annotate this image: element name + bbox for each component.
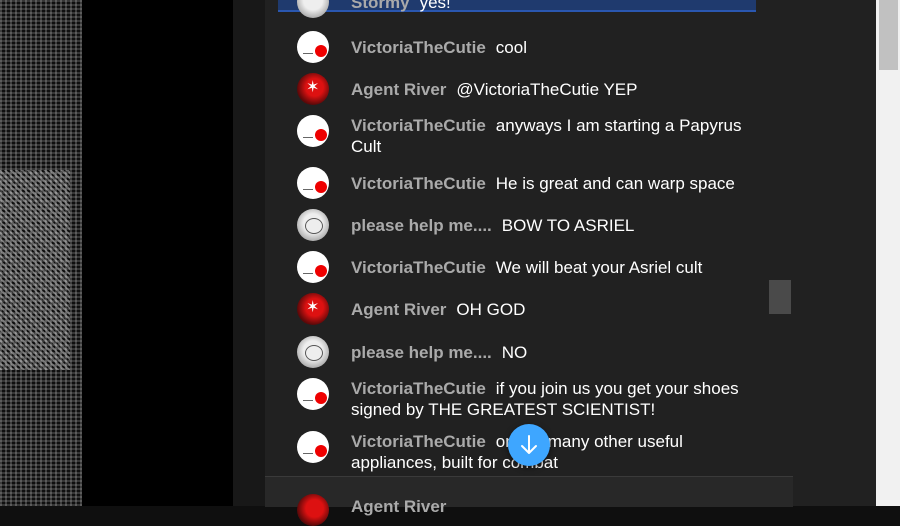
avatar[interactable] <box>297 336 329 368</box>
author-name[interactable]: please help me.... <box>351 216 492 235</box>
author-name[interactable]: VictoriaTheCutie <box>351 174 486 193</box>
avatar[interactable] <box>297 31 329 63</box>
pixel-art-figure <box>0 170 70 370</box>
avatar[interactable] <box>297 115 329 147</box>
avatar[interactable]: ✶ <box>297 293 329 325</box>
page-scrollbar-thumb[interactable] <box>879 0 898 70</box>
avatar[interactable] <box>297 251 329 283</box>
avatar[interactable] <box>297 167 329 199</box>
author-name[interactable]: please help me.... <box>351 343 492 362</box>
author-name[interactable]: Agent River <box>351 300 446 319</box>
message-text: We will beat your Asriel cult <box>495 258 703 277</box>
message-text: NO <box>501 343 528 362</box>
author-name[interactable]: Stormy <box>351 0 410 12</box>
avatar[interactable] <box>297 494 329 526</box>
author-name[interactable]: VictoriaTheCutie <box>351 38 486 57</box>
avatar[interactable]: ✶ <box>297 73 329 105</box>
avatar[interactable] <box>297 378 329 410</box>
message-text: BOW TO ASRIEL <box>501 216 635 235</box>
chat-scrollbar-thumb[interactable] <box>769 280 791 314</box>
gutter <box>233 0 265 506</box>
author-name[interactable]: Agent River <box>351 80 446 99</box>
message-text: @VictoriaTheCutie YEP <box>456 80 638 99</box>
author-name[interactable]: VictoriaTheCutie <box>351 258 486 277</box>
right-background <box>793 0 876 506</box>
video-player-area[interactable] <box>0 0 233 506</box>
avatar[interactable] <box>297 209 329 241</box>
author-name[interactable]: Agent River <box>351 497 446 516</box>
arrow-down-icon <box>521 435 537 454</box>
author-name[interactable]: VictoriaTheCutie <box>351 116 486 135</box>
message-text: He is great and can warp space <box>495 174 735 193</box>
avatar[interactable] <box>297 431 329 463</box>
author-name[interactable]: VictoriaTheCutie <box>351 432 486 451</box>
page-scrollbar-track[interactable] <box>876 0 900 506</box>
message-text: OH GOD <box>456 300 526 319</box>
message-text: cool <box>495 38 527 57</box>
scroll-to-bottom-button[interactable] <box>508 424 550 466</box>
message-text: yes! <box>419 0 451 12</box>
author-name[interactable]: VictoriaTheCutie <box>351 379 486 398</box>
